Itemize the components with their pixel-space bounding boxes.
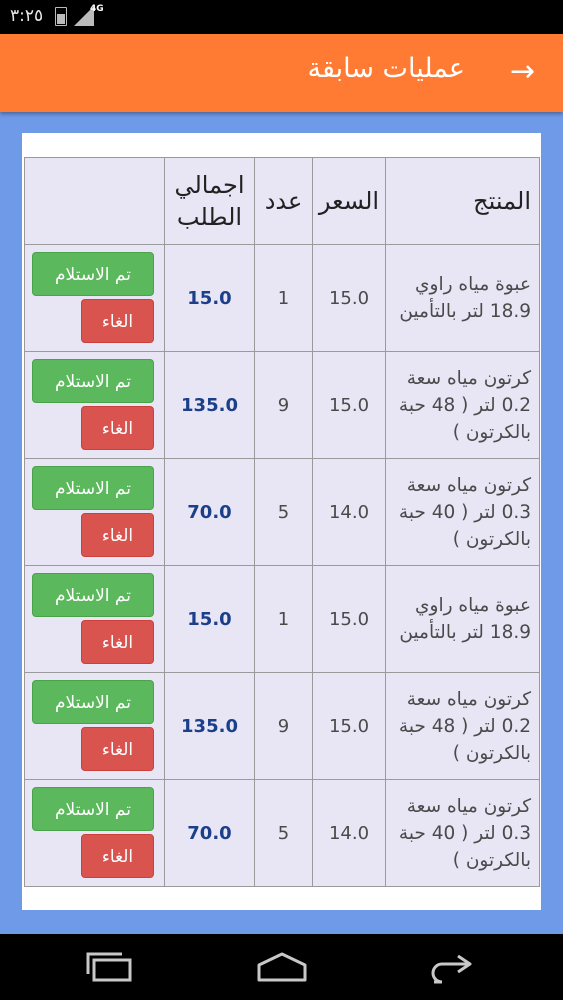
table-row: كرتون مياه سعة 0.2 لتر ( 48 حبة بالكرتون… [24, 672, 540, 780]
qty-cell: 9 [254, 351, 313, 459]
total-cell: 135.0 [164, 351, 255, 459]
price-cell: 15.0 [312, 672, 386, 780]
header-price: السعر [312, 157, 386, 245]
status-bar: ٣:٢٥ 4G [0, 0, 563, 34]
header-total: اجمالي الطلب [164, 157, 255, 245]
home-icon[interactable] [256, 950, 308, 984]
price-cell: 14.0 [312, 458, 386, 566]
received-button[interactable]: تم الاستلام [32, 359, 154, 403]
network-type: 4G [90, 4, 104, 14]
app-bar: عمليات سابقة → [0, 34, 563, 112]
product-cell: كرتون مياه سعة 0.3 لتر ( 40 حبة بالكرتون… [385, 458, 540, 566]
price-cell: 15.0 [312, 351, 386, 459]
product-cell: كرتون مياه سعة 0.2 لتر ( 48 حبة بالكرتون… [385, 672, 540, 780]
actions-cell: تم الاستلام الغاء [24, 351, 165, 459]
actions-cell: تم الاستلام الغاء [24, 565, 165, 673]
cancel-button[interactable]: الغاء [81, 406, 154, 450]
arrow-right-icon[interactable]: → [510, 54, 535, 89]
received-button[interactable]: تم الاستلام [32, 680, 154, 724]
qty-cell: 5 [254, 458, 313, 566]
cancel-button[interactable]: الغاء [81, 834, 154, 878]
cancel-button[interactable]: الغاء [81, 299, 154, 343]
back-icon[interactable] [428, 950, 478, 984]
total-cell: 70.0 [164, 458, 255, 566]
actions-cell: تم الاستلام الغاء [24, 244, 165, 352]
price-cell: 15.0 [312, 565, 386, 673]
header-actions [24, 157, 165, 245]
navigation-bar [0, 934, 563, 1000]
price-cell: 15.0 [312, 244, 386, 352]
total-cell: 70.0 [164, 779, 255, 887]
product-cell: عبوة مياه راوي 18.9 لتر بالتأمين [385, 565, 540, 673]
received-button[interactable]: تم الاستلام [32, 787, 154, 831]
cancel-button[interactable]: الغاء [81, 727, 154, 771]
received-button[interactable]: تم الاستلام [32, 252, 154, 296]
page-title: عمليات سابقة [307, 53, 465, 84]
header-qty: عدد [254, 157, 313, 245]
qty-cell: 1 [254, 565, 313, 673]
price-cell: 14.0 [312, 779, 386, 887]
table-row: عبوة مياه راوي 18.9 لتر بالتأمين 15.0 1 … [24, 244, 540, 352]
received-button[interactable]: تم الاستلام [32, 573, 154, 617]
product-cell: عبوة مياه راوي 18.9 لتر بالتأمين [385, 244, 540, 352]
table-header-row: المنتج السعر عدد اجمالي الطلب [24, 157, 540, 245]
cancel-button[interactable]: الغاء [81, 620, 154, 664]
recent-apps-icon[interactable] [84, 950, 132, 984]
product-cell: كرتون مياه سعة 0.2 لتر ( 48 حبة بالكرتون… [385, 351, 540, 459]
header-product: المنتج [385, 157, 540, 245]
total-cell: 15.0 [164, 565, 255, 673]
actions-cell: تم الاستلام الغاء [24, 458, 165, 566]
battery-icon [55, 7, 67, 26]
received-button[interactable]: تم الاستلام [32, 466, 154, 510]
qty-cell: 5 [254, 779, 313, 887]
actions-cell: تم الاستلام الغاء [24, 779, 165, 887]
total-cell: 135.0 [164, 672, 255, 780]
orders-table: المنتج السعر عدد اجمالي الطلب عبوة مياه … [24, 157, 540, 887]
product-cell: كرتون مياه سعة 0.3 لتر ( 40 حبة بالكرتون… [385, 779, 540, 887]
qty-cell: 1 [254, 244, 313, 352]
status-time: ٣:٢٥ [10, 6, 44, 26]
cancel-button[interactable]: الغاء [81, 513, 154, 557]
table-row: عبوة مياه راوي 18.9 لتر بالتأمين 15.0 1 … [24, 565, 540, 673]
table-row: كرتون مياه سعة 0.3 لتر ( 40 حبة بالكرتون… [24, 779, 540, 887]
orders-card: المنتج السعر عدد اجمالي الطلب عبوة مياه … [22, 133, 541, 910]
total-cell: 15.0 [164, 244, 255, 352]
actions-cell: تم الاستلام الغاء [24, 672, 165, 780]
table-row: كرتون مياه سعة 0.2 لتر ( 48 حبة بالكرتون… [24, 351, 540, 459]
table-row: كرتون مياه سعة 0.3 لتر ( 40 حبة بالكرتون… [24, 458, 540, 566]
qty-cell: 9 [254, 672, 313, 780]
